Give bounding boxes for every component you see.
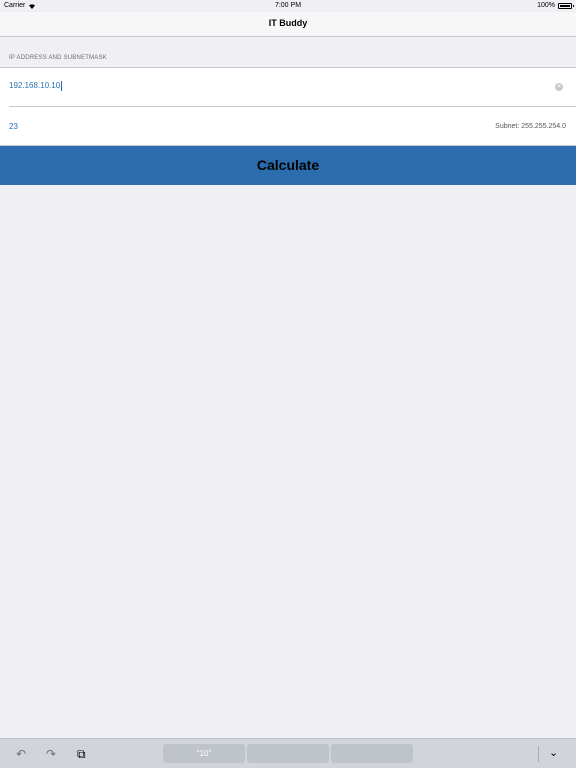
battery-percent: 100% <box>537 2 555 9</box>
status-time: 7:00 PM <box>274 2 302 9</box>
mask-row[interactable]: 23 Subnet: 255.255.254.0 <box>0 107 576 146</box>
clear-icon[interactable]: ✕ <box>555 83 563 91</box>
redo-icon[interactable]: ↷ <box>46 748 56 760</box>
chevron-down-icon[interactable]: ⌄ <box>549 746 558 759</box>
status-bar: Carrier 7:00 PM 100% <box>0 0 576 12</box>
ip-address-value: 192.168.10.10 <box>9 81 61 91</box>
page-title: IT Buddy <box>268 18 308 28</box>
subnet-mask-field[interactable]: 23 <box>9 122 18 131</box>
keyboard-shortcut-bar: ↶ ↷ ⧉ “10” ⌄ <box>0 738 576 768</box>
undo-icon[interactable]: ↶ <box>16 748 26 760</box>
status-right: 100% <box>537 2 574 9</box>
navigation-bar: IT Buddy <box>0 12 576 37</box>
subnet-label: Subnet: 255.255.254.0 <box>495 123 566 130</box>
ip-row[interactable]: 192.168.10.10 ✕ <box>9 68 576 107</box>
calculate-button[interactable]: Calculate <box>0 146 576 185</box>
section-header: IP ADDRESS AND SUBNETMASK <box>9 55 107 61</box>
text-caret <box>61 81 63 91</box>
ip-form: 192.168.10.10 ✕ 23 Subnet: 255.255.254.0 <box>0 67 576 146</box>
suggestion-3[interactable] <box>331 744 413 763</box>
battery-icon <box>558 2 574 9</box>
keyboard-divider <box>538 746 539 762</box>
ip-address-field[interactable]: 192.168.10.10 <box>9 81 309 91</box>
paste-icon[interactable]: ⧉ <box>77 748 86 760</box>
suggestion-2[interactable] <box>247 744 329 763</box>
battery-fill <box>560 4 570 7</box>
suggestion-1[interactable]: “10” <box>163 744 245 763</box>
